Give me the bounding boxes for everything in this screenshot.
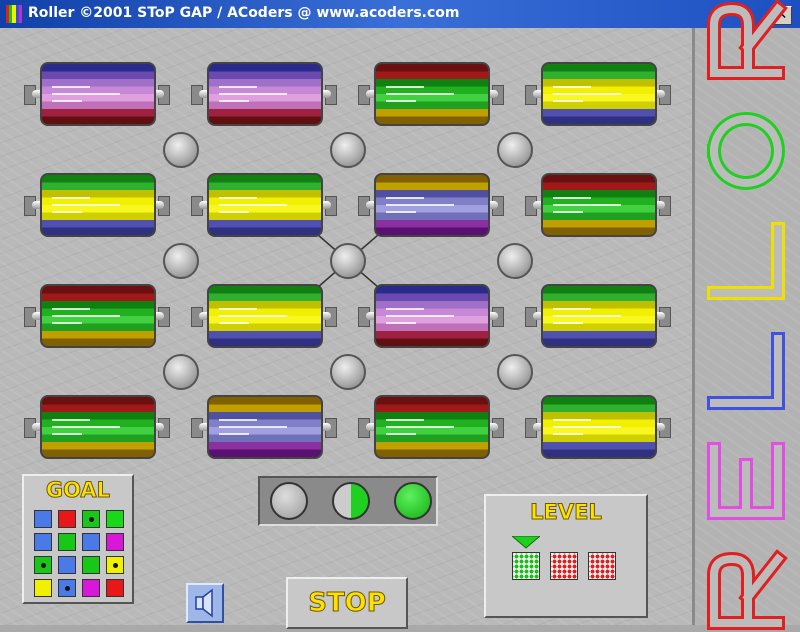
roller-body: [40, 173, 156, 237]
roller-body: [374, 395, 490, 459]
rotate-knob-2-0[interactable]: [163, 354, 199, 390]
roller-highlight: [52, 419, 122, 440]
rotate-knob-2-2[interactable]: [497, 354, 533, 390]
roller-highlight: [52, 86, 122, 107]
goal-cell: [106, 533, 124, 551]
level-option-3[interactable]: [588, 552, 616, 580]
roller-highlight: [219, 308, 289, 329]
goal-cell: [34, 579, 52, 597]
goal-marker: [113, 563, 118, 568]
roller-body: [541, 62, 657, 126]
rotate-knob-0-2[interactable]: [497, 132, 533, 168]
roller-body: [40, 284, 156, 348]
goal-cell: [82, 533, 100, 551]
logo-letter-r: [707, 549, 788, 630]
roller-body: [40, 62, 156, 126]
logo-letter-l: [707, 332, 785, 410]
goal-cell: [58, 533, 76, 551]
roller-highlight: [386, 419, 456, 440]
level-option-2[interactable]: [550, 552, 578, 580]
goal-marker: [89, 517, 94, 522]
roller-highlight: [52, 308, 122, 329]
level-option-1[interactable]: [512, 552, 540, 580]
goal-cell: [34, 533, 52, 551]
goal-cell: [58, 510, 76, 528]
game-window: Roller ©2001 SToP GAP / ACoders @ www.ac…: [0, 0, 800, 630]
goal-marker: [41, 563, 46, 568]
brand-panel: [692, 0, 800, 630]
goal-title: GOAL: [45, 478, 111, 503]
rotate-knob-1-0[interactable]: [163, 243, 199, 279]
progress-indicator-empty: [270, 482, 308, 520]
roller-highlight: [553, 86, 623, 107]
rotate-knob-0-0[interactable]: [163, 132, 199, 168]
level-title: LEVEL: [530, 500, 603, 525]
rotate-knob-2-1[interactable]: [330, 354, 366, 390]
goal-cell: [58, 556, 76, 574]
level-selector-arrow: [512, 536, 540, 549]
goal-cell: [82, 556, 100, 574]
rotate-knob-0-1[interactable]: [330, 132, 366, 168]
roller-body: [207, 284, 323, 348]
logo-letter-e: [707, 442, 785, 520]
roller-body: [374, 62, 490, 126]
goal-cell: [34, 510, 52, 528]
roller-body: [40, 395, 156, 459]
roller-highlight: [386, 308, 456, 329]
goal-cell: [82, 510, 100, 528]
goal-marker: [65, 586, 70, 591]
stop-button[interactable]: STOP: [286, 577, 408, 629]
roller-highlight: [52, 197, 122, 218]
title-bar: Roller ©2001 SToP GAP / ACoders @ www.ac…: [0, 0, 800, 28]
roller-body: [207, 62, 323, 126]
goal-cell: [106, 556, 124, 574]
roller-body: [207, 173, 323, 237]
app-icon: [6, 5, 23, 23]
window-title: Roller ©2001 SToP GAP / ACoders @ www.ac…: [28, 5, 460, 21]
roller-highlight: [553, 308, 623, 329]
goal-cell: [34, 556, 52, 574]
level-panel: LEVEL: [484, 494, 648, 618]
roller-body: [541, 284, 657, 348]
logo-letter-o: [706, 111, 785, 190]
roller-body: [374, 173, 490, 237]
goal-cell: [106, 579, 124, 597]
roller-body: [541, 395, 657, 459]
roller-body: [207, 395, 323, 459]
roller-highlight: [386, 86, 456, 107]
progress-indicators: [258, 476, 438, 526]
roller-body: [374, 284, 490, 348]
roller-highlight: [553, 419, 623, 440]
goal-panel: GOAL: [22, 474, 134, 604]
logo-letter-l: [707, 222, 785, 300]
roller-highlight: [553, 197, 623, 218]
sound-toggle-button[interactable]: [186, 583, 224, 623]
progress-indicator-full: [394, 482, 432, 520]
rotate-knob-1-2[interactable]: [497, 243, 533, 279]
goal-cell: [82, 579, 100, 597]
roller-highlight: [219, 86, 289, 107]
roller-highlight: [219, 197, 289, 218]
logo-letter-r: [707, 0, 788, 80]
speaker-icon: [195, 588, 213, 618]
rotate-knob-1-1[interactable]: [330, 243, 366, 279]
roller-highlight: [219, 419, 289, 440]
progress-indicator-half: [332, 482, 370, 520]
roller-highlight: [386, 197, 456, 218]
goal-cell: [58, 579, 76, 597]
goal-cell: [106, 510, 124, 528]
game-board: GOAL STOP LEVEL: [0, 28, 692, 629]
roller-body: [541, 173, 657, 237]
